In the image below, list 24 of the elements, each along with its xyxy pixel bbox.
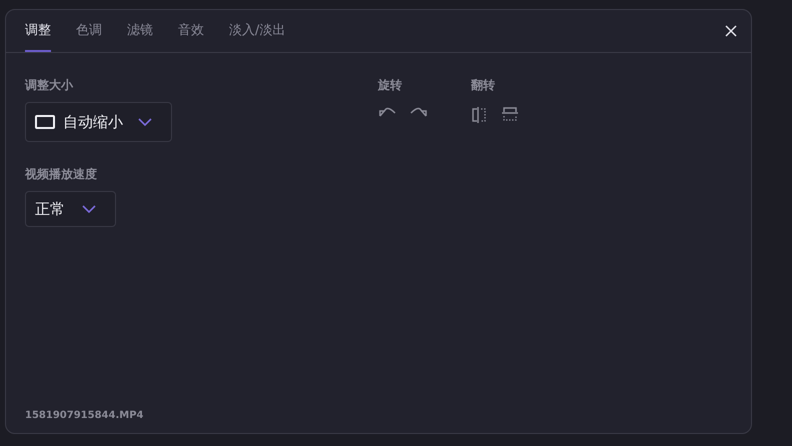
field-label: 旋转	[378, 77, 403, 94]
tab[interactable]: 调整	[25, 10, 51, 52]
screen-icon	[35, 115, 55, 129]
speed-dropdown[interactable]: 正常	[25, 191, 116, 227]
field-label: 视频播放速度	[25, 166, 98, 183]
tab[interactable]: 滤镜	[127, 10, 153, 52]
rotate-left-icon	[378, 106, 396, 118]
flip-horizontal-button[interactable]	[471, 106, 487, 124]
tab[interactable]: 音效	[178, 10, 204, 52]
tab[interactable]: 淡入/淡出	[229, 10, 286, 52]
close-button[interactable]	[725, 25, 737, 37]
tab[interactable]: 色调	[76, 10, 102, 52]
field-label: 翻转	[471, 77, 496, 94]
rotate-right-icon	[410, 106, 428, 118]
flip-horizontal-icon	[471, 106, 487, 124]
resize-dropdown[interactable]: 自动缩小	[25, 102, 172, 142]
file-name: 1581907915844.MP4	[24, 410, 144, 423]
flip-vertical-icon	[501, 106, 519, 122]
rotate-left-button[interactable]	[378, 106, 396, 118]
rotate-right-button[interactable]	[410, 106, 428, 118]
close-icon	[725, 25, 737, 37]
field-label: 调整大小	[25, 77, 74, 94]
chevron-icon	[137, 117, 153, 127]
chevron-icon	[81, 204, 97, 214]
